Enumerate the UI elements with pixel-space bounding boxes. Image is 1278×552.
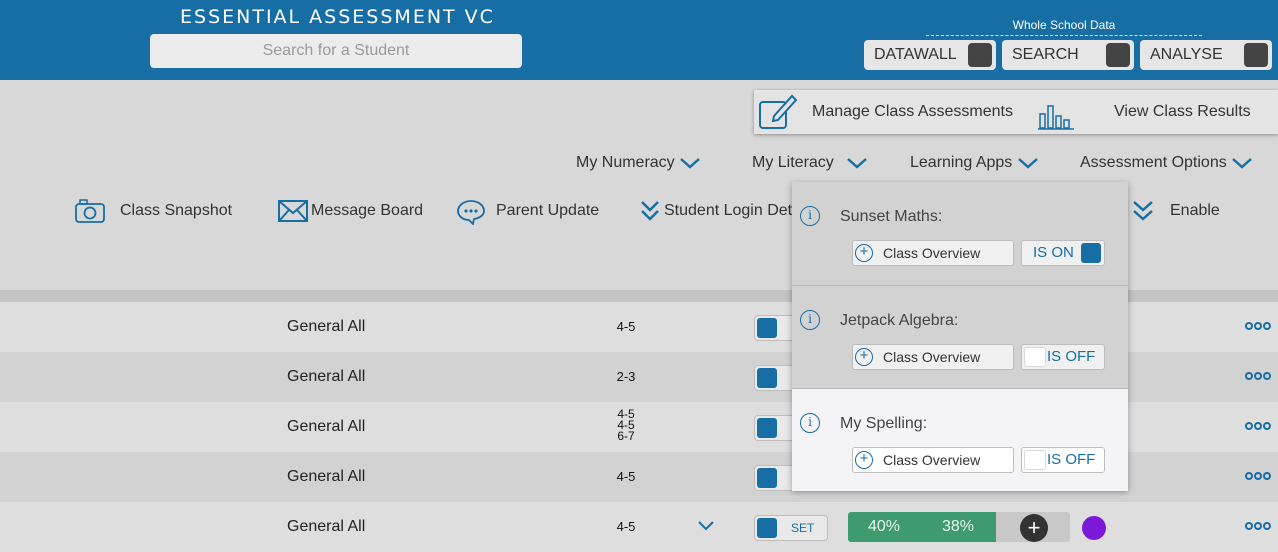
datawall-toggle-square [968,43,992,67]
class-snapshot-label: Class Snapshot [120,202,233,219]
menu-learning-apps-label: Learning Apps [910,154,1013,171]
app-toggle-off[interactable]: IS OFF [1021,344,1105,370]
app-header: ESSENTIAL ASSESSMENT VC Whole School Dat… [0,0,1278,80]
menu-my-literacy[interactable]: My Literacy [752,154,868,172]
chevron-down-icon [1017,157,1038,169]
plus-circle-icon: + [855,348,873,366]
class-overview-label: Class Overview [883,349,981,365]
chevron-down-icon [680,157,700,169]
search-toggle-square [1106,43,1130,67]
app-name: My Spelling: [840,415,928,432]
whole-school-data-label: Whole School Data [926,18,1202,36]
level-range: 4-5 [616,469,636,484]
chevron-down-icon [847,157,868,169]
class-overview-label: Class Overview [883,452,981,468]
toggle-knob [1081,243,1101,263]
bar-chart-icon[interactable] [1038,104,1074,130]
level-range: 2-3 [616,369,636,384]
table-row[interactable]: General All 4-5 SET 40% 38% + [0,502,1278,552]
camera-icon [75,199,105,223]
app-name: Sunset Maths: [840,208,943,225]
more-options-icon[interactable] [1245,519,1272,533]
class-overview-button[interactable]: + Class Overview [852,344,1014,370]
chevron-down-icon [1232,157,1253,169]
toggle-status: IS OFF [1047,451,1096,468]
datawall-label: DATAWALL [874,46,957,63]
info-icon[interactable]: i [800,310,820,330]
search-button[interactable]: SEARCH [1002,40,1134,70]
more-options-icon[interactable] [1245,369,1272,383]
class-name: General All [287,518,366,535]
plus-circle-icon: + [855,451,873,469]
app-section-jetpack-algebra: i Jetpack Algebra: + Class Overview IS O… [792,285,1128,388]
menu-assessment-options-label: Assessment Options [1080,154,1227,171]
double-chevron-down-icon [1133,201,1153,221]
message-board-label: Message Board [311,202,424,219]
edit-icon[interactable] [758,92,798,132]
analyse-label: ANALYSE [1150,46,1223,63]
more-options-icon[interactable] [1245,469,1272,483]
app-section-my-spelling: i My Spelling: + Class Overview IS OFF [792,388,1128,491]
more-options-icon[interactable] [1245,319,1272,333]
level-range: 4-5 [616,319,636,334]
menu-my-numeracy[interactable]: My Numeracy [576,154,701,172]
app-title: ESSENTIAL ASSESSMENT VC [180,6,495,28]
info-icon[interactable]: i [800,206,820,226]
menu-my-numeracy-label: My Numeracy [576,154,675,171]
analyse-button[interactable]: ANALYSE [1140,40,1272,70]
class-name: General All [287,468,366,485]
toggle-knob [1024,347,1046,367]
toggle-knob [757,468,777,488]
app-name: Jetpack Algebra: [840,312,959,329]
info-icon[interactable]: i [800,413,820,433]
menu-learning-apps[interactable]: Learning Apps [910,154,1039,172]
result-percent-2: 38% [942,518,975,535]
menu-my-literacy-label: My Literacy [752,154,834,171]
manage-class-assessments-link[interactable]: Manage Class Assessments [812,103,1013,121]
parent-update-label: Parent Update [496,202,600,219]
add-assessment-button[interactable]: + [1020,514,1048,542]
toggle-knob [757,518,777,538]
plus-icon: + [1027,515,1041,540]
level-range: 4-5 4-5 6-7 [612,408,640,443]
class-name: General All [287,368,366,385]
datawall-button[interactable]: DATAWALL [864,40,996,70]
toggle-status: IS OFF [1047,348,1096,365]
result-percent-1: 40% [868,518,901,535]
envelope-icon [278,200,308,222]
manage-bar: Manage Class Assessments View Class Resu… [754,90,1278,134]
app-section-sunset-maths: i Sunset Maths: + Class Overview IS ON [792,182,1128,285]
analyse-toggle-square [1244,43,1268,67]
class-overview-button[interactable]: + Class Overview [852,447,1014,473]
assessment-toggle[interactable]: SET [754,515,828,541]
class-overview-label: Class Overview [883,245,981,261]
level-range: 4-5 [616,519,636,534]
chat-bubble-icon [457,200,485,225]
class-name: General All [287,418,366,435]
chevron-down-icon[interactable] [697,520,715,532]
search-label: SEARCH [1012,46,1079,63]
status-dot [1082,516,1106,540]
toggle-knob [757,418,777,438]
student-login-details-label: Student Login Deta [664,202,801,219]
class-name: General All [287,318,366,335]
class-overview-button[interactable]: + Class Overview [852,240,1014,266]
toggle-label: SET [791,521,815,535]
view-class-results-link[interactable]: View Class Results [1114,103,1251,121]
more-options-icon[interactable] [1245,419,1272,433]
student-search-input[interactable] [150,34,522,68]
plus-circle-icon: + [855,244,873,262]
app-toggle-off[interactable]: IS OFF [1021,447,1105,473]
toggle-knob [757,368,777,388]
toggle-knob [1024,450,1046,470]
level-range-item: 6-7 [617,429,635,443]
double-chevron-down-icon [641,201,659,221]
toggle-knob [757,318,777,338]
menu-assessment-options[interactable]: Assessment Options [1080,154,1253,172]
app-toggle-on[interactable]: IS ON [1021,240,1105,266]
learning-apps-popover: i Sunset Maths: + Class Overview IS ON i… [792,182,1128,491]
toggle-status: IS ON [1033,244,1074,261]
enable-label: Enable [1170,202,1220,219]
